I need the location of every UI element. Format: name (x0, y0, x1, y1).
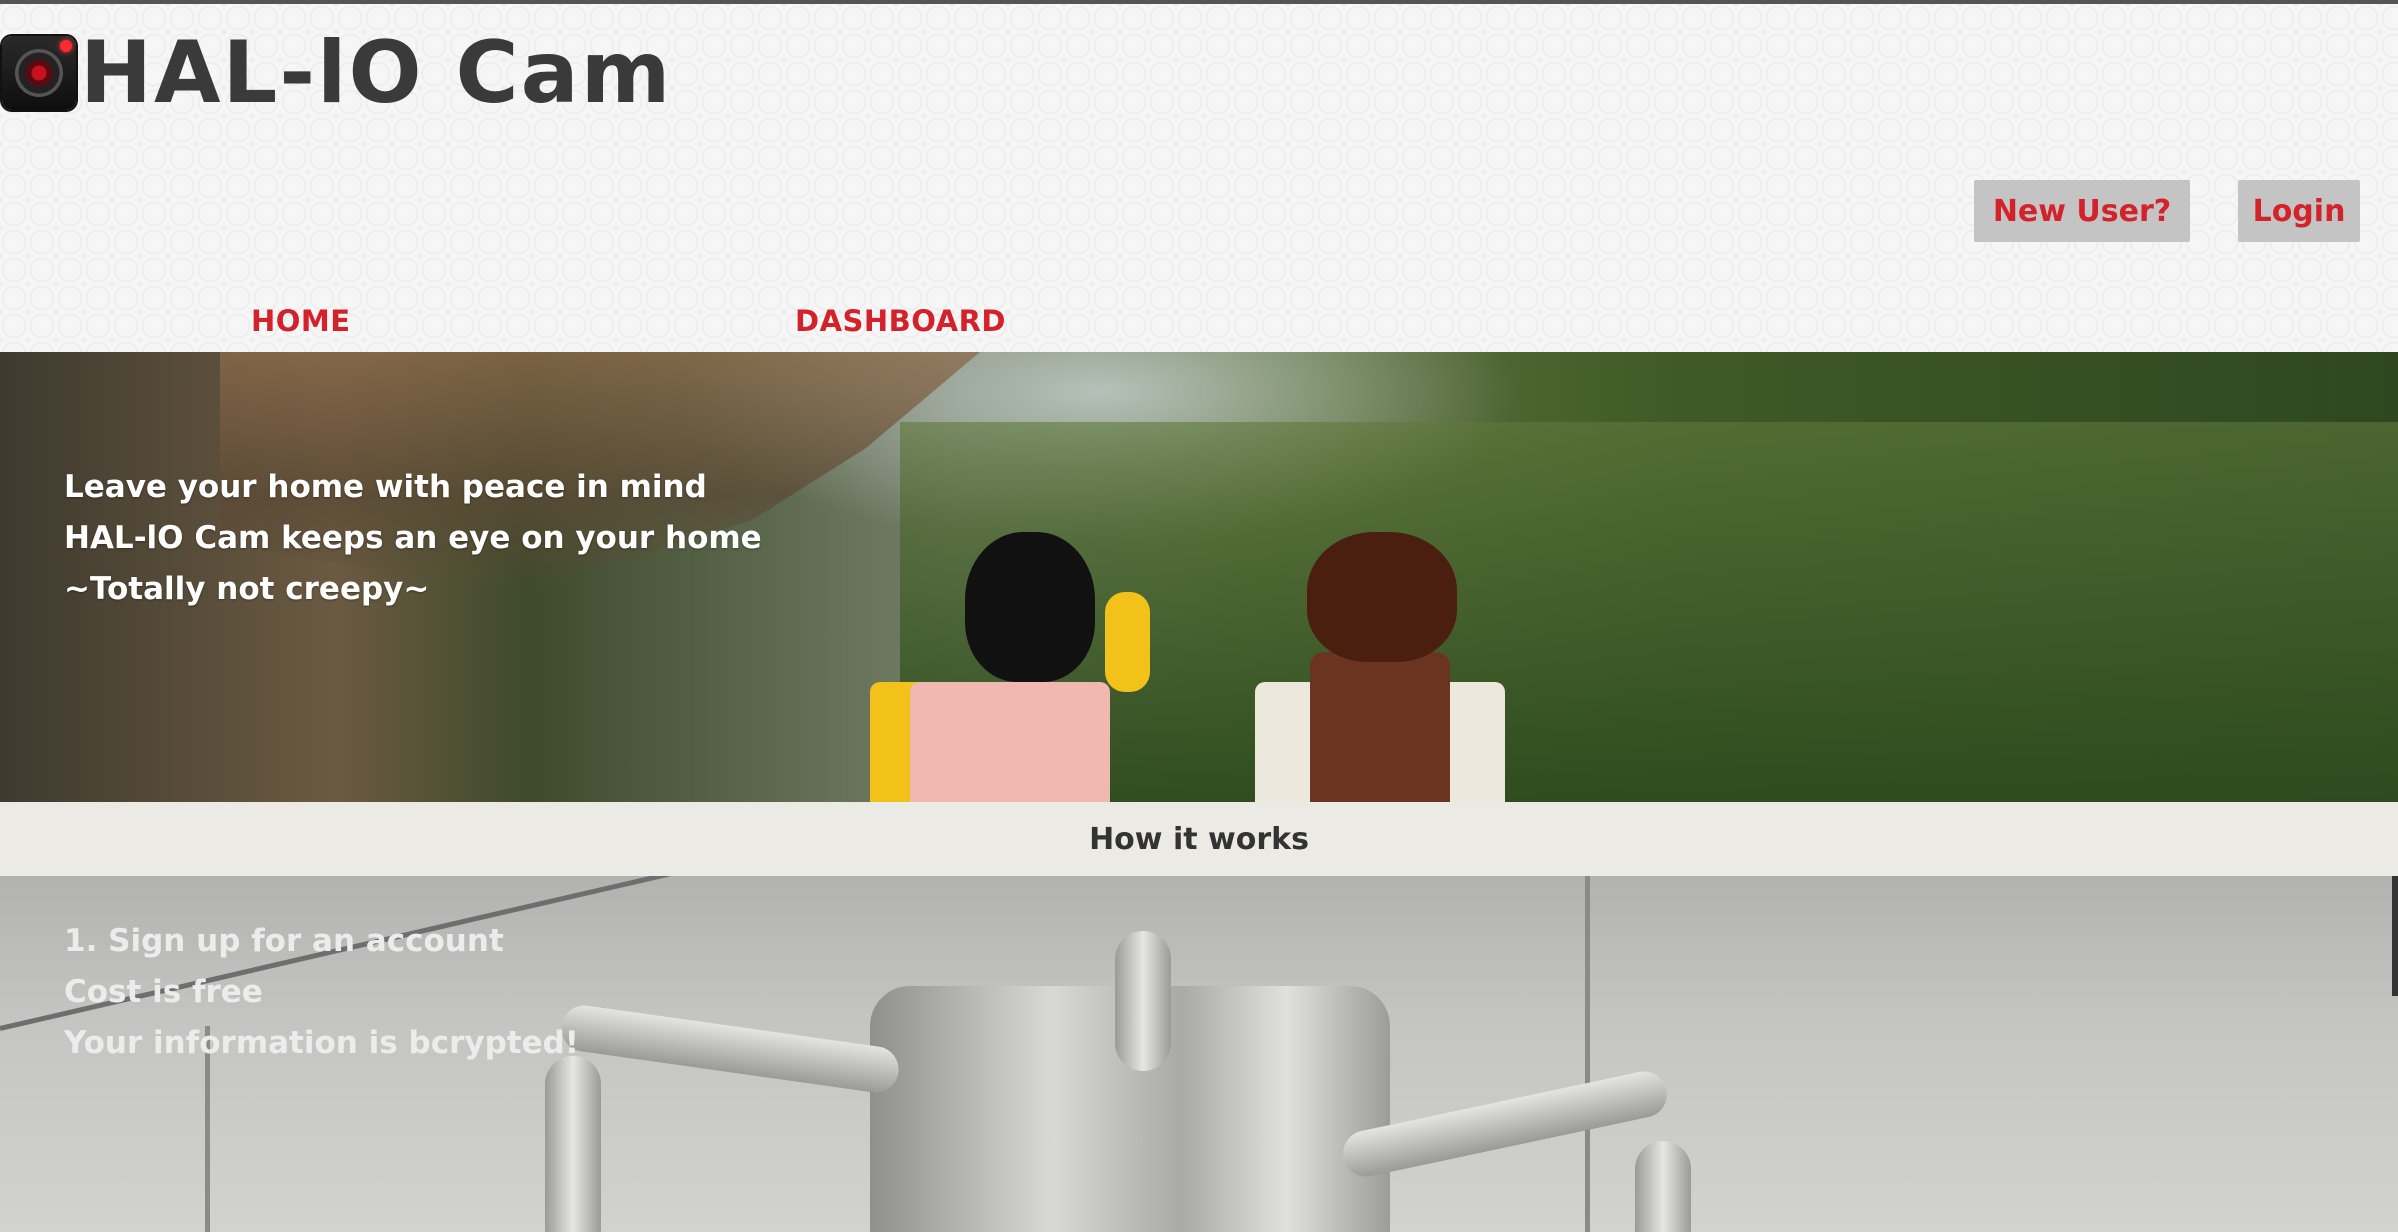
step-line: 1. Sign up for an account (64, 923, 504, 959)
login-button[interactable]: Login (2238, 180, 2360, 242)
hero-line: HAL-lO Cam keeps an eye on your home (64, 520, 762, 556)
how-it-works-heading: How it works (1089, 821, 1309, 857)
hero-line: ~Totally not creepy~ (64, 571, 430, 607)
camera-lens-icon[interactable] (2, 36, 76, 110)
device-arm-graphic (558, 1002, 902, 1096)
lens-graphic (15, 49, 63, 97)
device-tube-graphic (1115, 931, 1171, 1071)
hero-tagline: Leave your home with peace in mind HAL-l… (64, 462, 762, 615)
background-pole (1585, 876, 1590, 1232)
new-user-button[interactable]: New User? (1974, 180, 2190, 242)
recording-dot-icon (60, 40, 72, 52)
hero-banner: Leave your home with peace in mind HAL-l… (0, 352, 2398, 802)
step-one-text: 1. Sign up for an account Cost is free Y… (64, 916, 579, 1069)
step-line: Your information is bcrypted! (64, 1025, 579, 1061)
nav-home-link[interactable]: HOME (251, 304, 351, 338)
how-it-works-bar: How it works (0, 802, 2398, 876)
device-tube-graphic (1635, 1141, 1691, 1232)
lego-figure-left (880, 532, 1160, 802)
device-tube-graphic (545, 1056, 601, 1232)
step-one-section: 1. Sign up for an account Cost is free Y… (0, 876, 2398, 1232)
step-line: Cost is free (64, 974, 263, 1010)
scrollbar-edge[interactable] (2392, 876, 2398, 996)
site-header: HAL-lO Cam New User? Login HOME DASHBOAR… (0, 4, 2398, 352)
hero-line: Leave your home with peace in mind (64, 469, 707, 505)
lego-figure-right (1255, 532, 1525, 802)
nav-dashboard-link[interactable]: DASHBOARD (795, 304, 1006, 338)
brand-title[interactable]: HAL-lO Cam (80, 18, 672, 128)
